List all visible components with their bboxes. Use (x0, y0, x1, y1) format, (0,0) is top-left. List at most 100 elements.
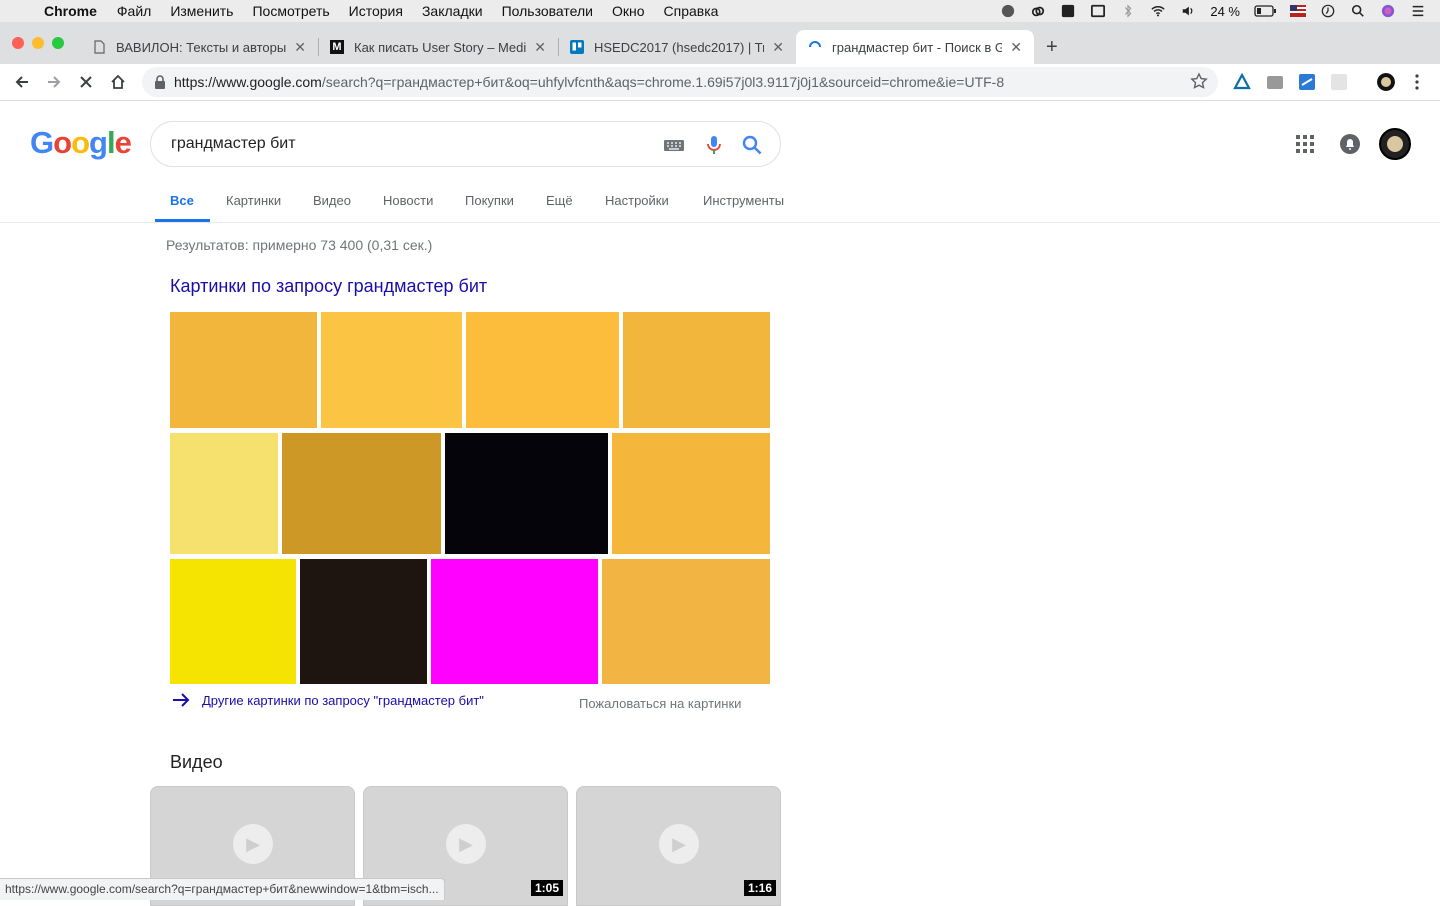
more-images-link[interactable]: Другие картинки по запросу "грандмастер … (172, 692, 484, 708)
menu-file[interactable]: Файл (117, 3, 151, 19)
stop-loading-button[interactable] (74, 70, 98, 94)
report-images-link[interactable]: Пожаловаться на картинки (579, 696, 741, 711)
search-query: грандмастер бит (171, 135, 296, 152)
image-thumbnail[interactable] (612, 433, 770, 554)
image-thumbnail[interactable] (623, 312, 770, 428)
image-thumbnail[interactable] (300, 559, 427, 684)
lock-icon[interactable] (154, 75, 166, 89)
new-tab-button[interactable]: + (1046, 36, 1058, 59)
image-thumbnail[interactable] (466, 312, 619, 428)
tab-medium[interactable]: M Как писать User Story – Medium ✕ (318, 30, 558, 64)
menubar-status-area: 24 % (1000, 0, 1426, 22)
image-thumbnail[interactable] (321, 312, 462, 428)
active-tab-indicator (155, 219, 210, 222)
search-tabs: Все Картинки Видео Новости Покупки Ещё Н… (0, 182, 1440, 223)
extension-triangle-icon[interactable] (1233, 73, 1251, 91)
result-stats: Результатов: примерно 73 400 (0,31 сек.) (166, 237, 433, 253)
profile-avatar-icon[interactable] (1377, 73, 1395, 91)
microphone-icon[interactable] (703, 134, 725, 156)
play-icon: ▶ (659, 824, 699, 864)
notification-center-icon[interactable] (1410, 4, 1426, 18)
images-heading-link[interactable]: Картинки по запросу грандмастер бит (170, 276, 487, 297)
image-thumbnail[interactable] (170, 433, 278, 554)
browser-toolbar: https://www.google.com/search?q=грандмас… (0, 64, 1440, 101)
close-tab-icon[interactable]: ✕ (534, 39, 546, 56)
tab-videos[interactable]: Видео (313, 193, 351, 208)
home-button[interactable] (106, 70, 130, 94)
forward-button[interactable] (42, 70, 66, 94)
time-tracker-icon[interactable] (1320, 4, 1336, 18)
bluetooth-icon[interactable] (1120, 4, 1136, 18)
menu-app-name[interactable]: Chrome (44, 3, 97, 19)
notifications-bell-icon[interactable] (1339, 133, 1361, 155)
apps-grid-icon[interactable] (1295, 134, 1315, 154)
tab-trello[interactable]: HSEDC2017 (hsedc2017) | Trello ✕ (558, 30, 796, 64)
image-thumbnail[interactable] (170, 312, 317, 428)
video-duration: 1:05 (530, 880, 563, 896)
siri-icon[interactable] (1380, 4, 1396, 18)
menu-edit[interactable]: Изменить (170, 3, 233, 19)
tab-title: грандмастер бит - Поиск в Google (832, 39, 1003, 55)
back-button[interactable] (10, 70, 34, 94)
image-thumbnail[interactable] (431, 559, 598, 684)
extension-gray-icon[interactable] (1266, 73, 1284, 91)
keyboard-icon[interactable] (663, 134, 685, 156)
address-bar[interactable]: https://www.google.com/search?q=грандмас… (142, 67, 1218, 97)
tab-shopping[interactable]: Покупки (465, 193, 514, 208)
close-window-button[interactable] (12, 37, 24, 49)
search-input[interactable]: грандмастер бит (150, 121, 781, 167)
image-thumbnail[interactable] (170, 559, 296, 684)
tab-settings[interactable]: Настройки (605, 193, 669, 208)
klokki-icon[interactable] (1060, 4, 1076, 18)
spotlight-search-icon[interactable] (1350, 4, 1366, 18)
extension-faded-icon[interactable] (1330, 73, 1348, 91)
url-path: /search?q=грандмастер+бит&oq=uhfylvfcnth… (321, 74, 1005, 90)
menu-people[interactable]: Пользователи (502, 3, 593, 19)
close-icon (80, 76, 92, 88)
tab-title: ВАВИЛОН: Тексты и авторы: Б (116, 39, 287, 55)
menu-window[interactable]: Окно (612, 3, 645, 19)
image-thumbnail[interactable] (282, 433, 441, 554)
search-icon[interactable] (741, 134, 763, 156)
tab-title: Как писать User Story – Medium (354, 39, 527, 55)
battery-icon[interactable] (1254, 4, 1276, 18)
menu-history[interactable]: История (349, 3, 403, 19)
arrow-left-icon (15, 76, 28, 88)
image-thumbnail[interactable] (445, 433, 608, 554)
video-duration: 1:16 (743, 880, 776, 896)
tab-babylon[interactable]: ВАВИЛОН: Тексты и авторы: Б ✕ (80, 30, 318, 64)
tab-more[interactable]: Ещё (546, 193, 573, 208)
close-tab-icon[interactable]: ✕ (1010, 39, 1022, 56)
tab-images[interactable]: Картинки (226, 193, 281, 208)
video-card[interactable]: ▶ 1:16 (576, 786, 781, 906)
google-logo[interactable]: Google (30, 125, 132, 161)
tab-google-search[interactable]: грандмастер бит - Поиск в Google ✕ (796, 30, 1034, 64)
videos-heading: Видео (170, 752, 223, 772)
trello-icon (570, 40, 584, 54)
macos-menubar: Chrome Файл Изменить Посмотреть История … (0, 0, 1440, 22)
image-thumbnail[interactable] (602, 559, 770, 684)
creative-cloud-icon[interactable] (1030, 4, 1046, 18)
volume-icon[interactable] (1180, 4, 1196, 18)
menu-help[interactable]: Справка (664, 3, 719, 19)
extension-blue-icon[interactable] (1298, 73, 1316, 91)
flag-us-icon[interactable] (1290, 4, 1306, 18)
url-host: https://www.google.com (174, 74, 322, 90)
more-images-label: Другие картинки по запросу "грандмастер … (202, 692, 484, 708)
zoom-window-button[interactable] (52, 37, 64, 49)
app-status-icon[interactable] (1000, 4, 1016, 18)
tab-all[interactable]: Все (170, 193, 194, 208)
tab-news[interactable]: Новости (383, 193, 433, 208)
minimize-window-button[interactable] (32, 37, 44, 49)
close-tab-icon[interactable]: ✕ (772, 39, 784, 56)
menu-view[interactable]: Посмотреть (252, 3, 329, 19)
chrome-menu-icon[interactable] (1410, 73, 1424, 91)
close-tab-icon[interactable]: ✕ (294, 39, 306, 56)
tab-strip: ВАВИЛОН: Тексты и авторы: Б ✕ M Как писа… (0, 22, 1440, 64)
account-avatar[interactable] (1379, 128, 1411, 160)
tab-tools[interactable]: Инструменты (703, 193, 784, 208)
menu-bookmarks[interactable]: Закладки (422, 3, 483, 19)
wifi-icon[interactable] (1150, 4, 1166, 18)
window-icon[interactable] (1090, 4, 1106, 18)
bookmark-star-icon[interactable] (1190, 72, 1208, 90)
